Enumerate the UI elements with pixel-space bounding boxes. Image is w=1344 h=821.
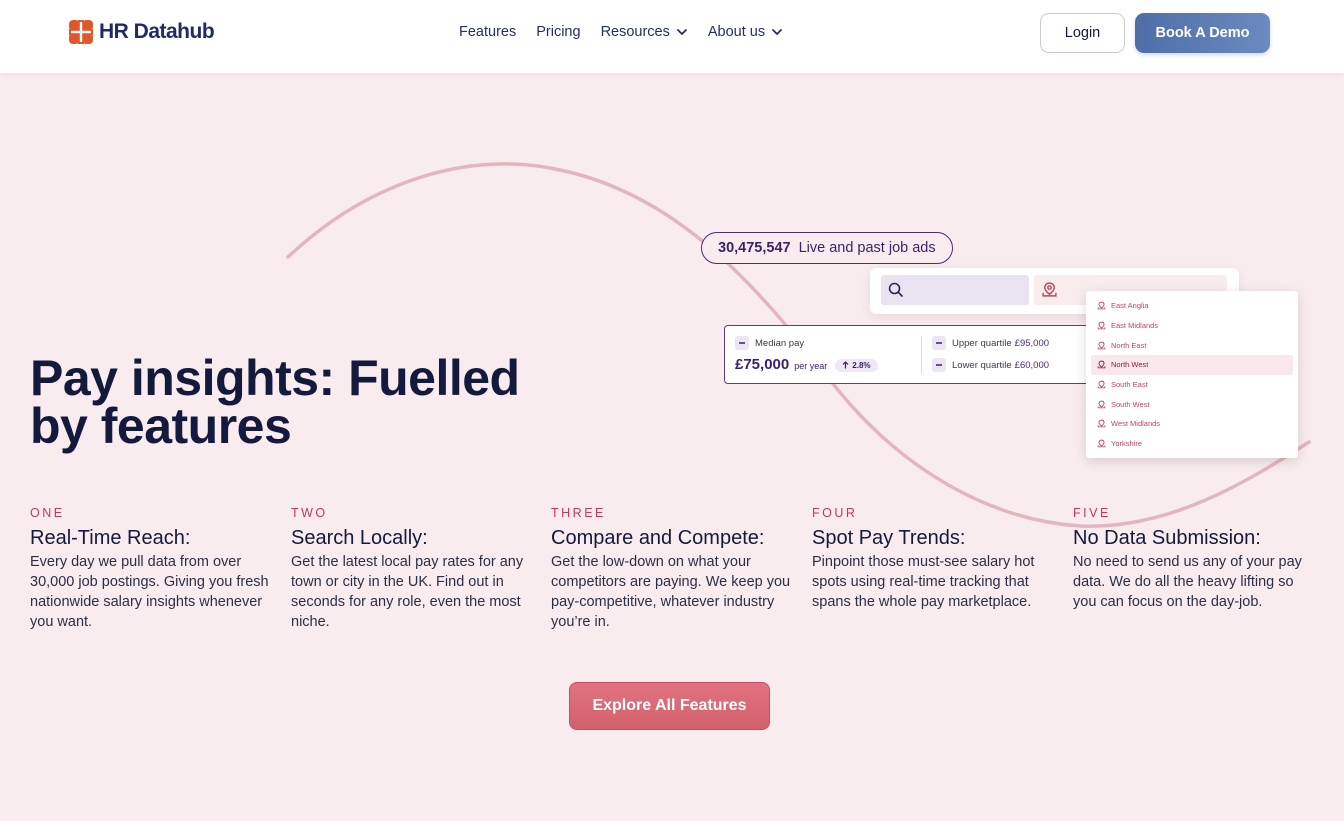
median-pay-block: Median pay £75,000 per year 2.8% <box>735 336 878 373</box>
median-change-badge: 2.8% <box>835 358 878 372</box>
nav-label: Pricing <box>536 24 581 40</box>
median-label: Median pay <box>755 337 805 349</box>
quartile-block: Upper quartile £95,000 Lower quartile £6… <box>932 336 1049 372</box>
feature-description: No need to send us any of your pay data.… <box>1073 554 1302 610</box>
region-dropdown: East Anglia East Midlands North East North … <box>1086 291 1298 458</box>
location-pin-icon <box>1042 282 1057 297</box>
book-demo-button[interactable]: Book A Demo <box>1135 13 1270 53</box>
feature-number: FOUR <box>812 506 858 520</box>
location-pin-icon <box>1097 380 1106 389</box>
nav-about-us[interactable]: About us <box>708 24 783 40</box>
mock-search-box <box>881 275 1029 305</box>
region-option-label: South West <box>1111 399 1150 409</box>
hero-title: Pay insights: Fuelled by features <box>30 350 520 454</box>
region-option-label: West Midlands <box>1111 419 1161 429</box>
region-option-label: North East <box>1111 340 1147 350</box>
feature-title: Spot Pay Trends: <box>812 527 966 549</box>
job-count-value: 30,475,547 <box>718 240 791 256</box>
region-option-label: South East <box>1111 380 1148 390</box>
feature-number: ONE <box>30 506 65 520</box>
median-value: £75,000 <box>735 356 790 373</box>
lower-quartile-value: £60,000 <box>1014 359 1050 371</box>
chevron-down-icon <box>772 29 783 35</box>
feature-four: FOUR Spot Pay Trends: Pinpoint those mus… <box>812 506 1052 612</box>
region-option[interactable]: East Anglia <box>1091 296 1293 316</box>
nav-label: About us <box>707 24 766 40</box>
pay-icon <box>932 336 946 350</box>
mock-pay-card: Median pay £75,000 per year 2.8% Upper q… <box>724 325 1096 384</box>
region-option-label: Yorkshire <box>1111 439 1142 449</box>
feature-description: Get the low-down on what your competitor… <box>551 554 791 630</box>
feature-five: FIVE No Data Submission: No need to send… <box>1073 506 1313 612</box>
region-option-label: East Midlands <box>1111 321 1159 331</box>
region-option[interactable]: South East <box>1091 375 1293 395</box>
region-option[interactable]: North West <box>1091 355 1293 375</box>
brand-name: HR Datahub <box>99 20 215 43</box>
region-option[interactable]: South West <box>1091 394 1293 414</box>
feature-number: FIVE <box>1073 506 1111 520</box>
feature-title: Search Locally: <box>291 527 428 549</box>
location-pin-icon <box>1097 321 1106 330</box>
nav-features[interactable]: Features <box>459 24 516 40</box>
explore-features-button[interactable]: Explore All Features <box>569 682 770 730</box>
region-option[interactable]: West Midlands <box>1091 414 1293 434</box>
main-nav: Features Pricing Resources About us <box>459 24 783 40</box>
region-option-label: North West <box>1111 360 1149 370</box>
region-option[interactable]: East Midlands <box>1091 316 1293 336</box>
feature-number: THREE <box>551 506 606 520</box>
feature-title: No Data Submission: <box>1073 527 1261 549</box>
feature-title: Real-Time Reach: <box>30 527 191 549</box>
location-pin-icon <box>1097 361 1106 369</box>
feature-title: Compare and Compete: <box>551 527 765 549</box>
region-option-label: East Anglia <box>1111 301 1149 311</box>
divider <box>921 336 922 374</box>
region-option[interactable]: North East <box>1091 335 1293 355</box>
nav-label: Resources <box>600 24 670 40</box>
pay-icon <box>932 358 946 372</box>
feature-three: THREE Compare and Compete: Get the low-d… <box>551 506 791 632</box>
feature-number: TWO <box>291 506 328 520</box>
nav-label: Features <box>459 24 517 40</box>
location-pin-icon <box>1097 420 1106 428</box>
login-button[interactable]: Login <box>1040 13 1125 53</box>
upper-quartile-label: Upper quartile <box>952 337 1012 349</box>
feature-description: Pinpoint those must-see salary hot spots… <box>812 554 1035 610</box>
feature-two: TWO Search Locally: Get the latest local… <box>291 506 531 632</box>
median-period: per year <box>794 361 828 371</box>
location-pin-icon <box>1097 400 1106 409</box>
job-count-label: Live and past job ads <box>798 240 936 256</box>
chevron-down-icon <box>676 29 687 35</box>
search-icon <box>888 282 903 297</box>
nav-resources[interactable]: Resources <box>601 24 688 40</box>
feature-description: Get the latest local pay rates for any t… <box>291 554 524 630</box>
nav-pricing[interactable]: Pricing <box>536 24 580 40</box>
location-pin-icon <box>1097 439 1106 448</box>
arrow-up-icon <box>842 361 849 369</box>
logo-mark-icon <box>69 20 93 44</box>
upper-quartile-value: £95,000 <box>1014 337 1050 349</box>
pay-icon <box>735 336 749 350</box>
region-option[interactable]: Yorkshire <box>1091 434 1293 454</box>
site-header: HR Datahub Features Pricing Resources Ab… <box>0 0 1344 73</box>
lower-quartile-label: Lower quartile <box>952 359 1012 371</box>
location-pin-icon <box>1097 302 1106 310</box>
job-count-pill: 30,475,547 Live and past job ads <box>701 232 953 264</box>
brand-logo[interactable]: HR Datahub <box>69 20 215 44</box>
feature-one: ONE Real-Time Reach: Every day we pull d… <box>30 506 270 632</box>
feature-description: Every day we pull data from over 30,000 … <box>30 554 269 630</box>
location-pin-icon <box>1097 341 1106 350</box>
median-change-value: 2.8% <box>852 360 871 370</box>
